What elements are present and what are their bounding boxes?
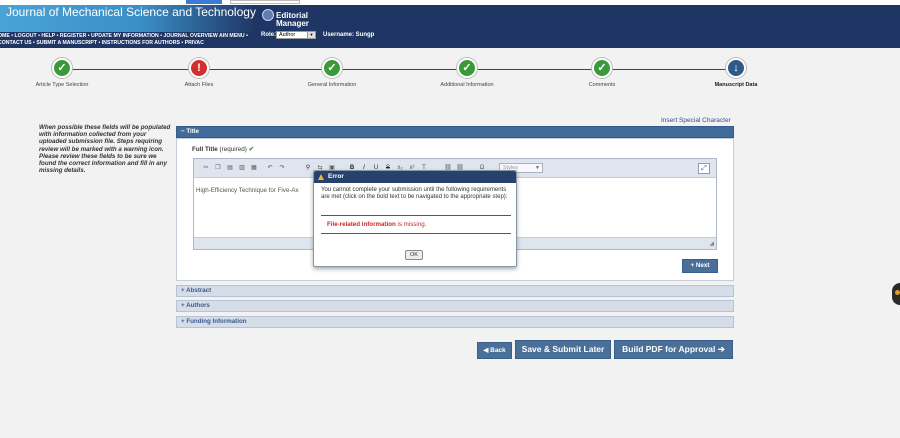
- cut-icon[interactable]: ✂: [202, 164, 210, 172]
- journal-title[interactable]: Journal of Mechanical Science and Techno…: [6, 6, 266, 18]
- panel-funding-label: Funding Information: [186, 318, 247, 325]
- side-note: When possible these fields will be popul…: [39, 124, 171, 175]
- step-label: Comments: [588, 82, 616, 88]
- find-icon[interactable]: ⚲: [304, 164, 312, 172]
- editorial-manager-label: Editorial Manager: [276, 11, 309, 28]
- requirement-text: is missing.: [395, 221, 427, 228]
- panel-title-label: Title: [186, 128, 199, 135]
- error-dialog: Error You cannot complete your submissio…: [313, 170, 517, 267]
- expand-icon: +: [181, 287, 185, 294]
- step-comments[interactable]: ✓ Comments: [572, 58, 632, 88]
- build-pdf-label: Build PDF for Approval: [622, 344, 716, 354]
- paste-word-icon[interactable]: ▦: [250, 164, 258, 172]
- step-attach-files[interactable]: ! Attach Files: [169, 58, 229, 88]
- arrow-right-icon: ➔: [717, 344, 725, 354]
- paste-icon[interactable]: ▤: [226, 164, 234, 172]
- panel-funding-header[interactable]: + Funding Information: [176, 316, 734, 328]
- step-label: Manuscript Data: [714, 82, 758, 88]
- step-label: General Information: [307, 82, 357, 88]
- role-label: Role:: [261, 32, 276, 38]
- build-pdf-button[interactable]: Build PDF for Approval ➔: [614, 340, 733, 359]
- check-icon[interactable]: ✓: [52, 58, 72, 78]
- error-dialog-title: Error: [328, 173, 344, 180]
- progress-line: [62, 69, 737, 70]
- collapse-icon: −: [181, 128, 185, 135]
- full-title-label: Full Title (required) ✔: [192, 146, 254, 154]
- role-select[interactable]: Author ▼: [276, 31, 316, 39]
- full-title-text: Full Title: [192, 146, 218, 153]
- chevron-down-icon[interactable]: ▼: [307, 32, 315, 38]
- browser-tab-active[interactable]: [186, 0, 222, 4]
- site-header: Journal of Mechanical Science and Techno…: [0, 5, 900, 48]
- step-label: Attach Files: [184, 82, 214, 88]
- undo-icon[interactable]: ↶: [266, 164, 274, 172]
- check-icon[interactable]: ✓: [322, 58, 342, 78]
- divider: [321, 233, 511, 234]
- step-label: Article Type Selection: [35, 82, 89, 88]
- role-select-value: Author: [279, 32, 296, 38]
- arrow-down-icon[interactable]: ↓: [726, 58, 746, 78]
- editorial-manager-logo-icon: [262, 9, 274, 21]
- main-nav-links[interactable]: OME • LOGOUT • HELP • REGISTER • UPDATE …: [0, 33, 256, 46]
- check-icon[interactable]: ✓: [592, 58, 612, 78]
- exclamation-icon[interactable]: !: [189, 58, 209, 78]
- expand-icon: +: [181, 302, 185, 309]
- paste-text-icon[interactable]: ▥: [238, 164, 246, 172]
- warning-icon: [318, 174, 324, 180]
- divider: [321, 215, 511, 216]
- step-manuscript-data[interactable]: ↓ Manuscript Data: [706, 58, 766, 88]
- step-article-type[interactable]: ✓ Article Type Selection: [32, 58, 92, 88]
- resize-handle-icon[interactable]: ◢: [709, 240, 714, 248]
- panel-authors-label: Authors: [186, 302, 210, 309]
- chevron-down-icon[interactable]: ▼: [535, 164, 540, 172]
- requirement-item: File-related information is missing.: [327, 221, 426, 229]
- journal-brand: Journal of Mechanical Science and Techno…: [0, 5, 256, 32]
- check-icon[interactable]: ✓: [457, 58, 477, 78]
- save-submit-later-button[interactable]: Save & Submit Later: [515, 340, 611, 359]
- browser-address-box[interactable]: [230, 0, 300, 4]
- requirement-link[interactable]: File-related information: [327, 221, 396, 228]
- step-general-information[interactable]: ✓ General Information: [302, 58, 362, 88]
- back-button[interactable]: ◀ Back: [477, 342, 512, 359]
- panel-title-header[interactable]: − Title: [176, 126, 734, 138]
- copy-icon[interactable]: ❐: [214, 164, 222, 172]
- redo-icon[interactable]: ↷: [278, 164, 286, 172]
- step-label: Additional Information: [440, 82, 494, 88]
- username-label: Username: Sungp: [323, 32, 375, 38]
- expand-icon: +: [181, 318, 185, 325]
- back-button-label: Back: [490, 347, 506, 354]
- error-dialog-message: You cannot complete your submission unti…: [321, 187, 508, 200]
- check-icon: ✔: [248, 146, 254, 153]
- error-dialog-header: Error: [314, 171, 516, 183]
- panel-abstract-label: Abstract: [186, 287, 212, 294]
- insert-special-character-link[interactable]: Insert Special Character: [661, 117, 731, 125]
- next-button[interactable]: + Next: [682, 259, 718, 273]
- panel-authors-header[interactable]: + Authors: [176, 300, 734, 312]
- maximize-icon[interactable]: ⤢: [698, 163, 710, 174]
- editor-content[interactable]: High-Efficiency Technique for Five-Ax: [196, 187, 299, 195]
- step-additional-information[interactable]: ✓ Additional Information: [437, 58, 497, 88]
- panel-abstract-header[interactable]: + Abstract: [176, 285, 734, 297]
- required-marker: (required): [219, 146, 247, 153]
- ok-button[interactable]: OK: [405, 250, 423, 260]
- floating-widget-icon[interactable]: [892, 283, 900, 305]
